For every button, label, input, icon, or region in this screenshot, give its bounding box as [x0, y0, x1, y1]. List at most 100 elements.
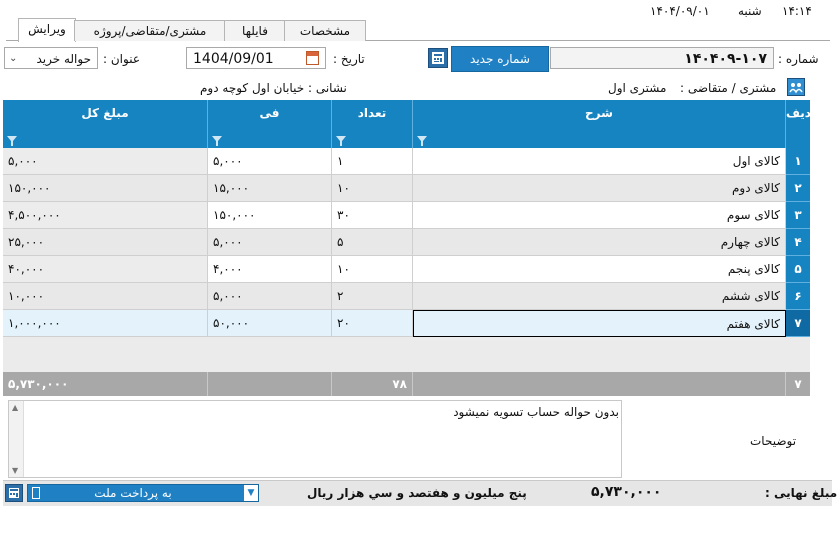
- footer-total-sum: ۵,۷۳۰,۰۰۰: [3, 372, 208, 396]
- cell-row-number[interactable]: ۲: [786, 175, 810, 202]
- cell-qty[interactable]: ۱: [332, 148, 413, 175]
- header-qty[interactable]: تعداد: [332, 100, 413, 148]
- table-row[interactable]: ۱۰,۰۰۰ ۵,۰۰۰ ۲ کالای ششم ۶: [3, 283, 810, 310]
- notes-scrollbar[interactable]: ▲ ▼: [9, 401, 24, 477]
- cell-price[interactable]: ۱۵,۰۰۰: [208, 175, 332, 202]
- title-select[interactable]: حواله خرید ⌄: [4, 47, 98, 69]
- cell-price[interactable]: ۵,۰۰۰: [208, 283, 332, 310]
- footer-qty-sum: ۷۸: [332, 372, 413, 396]
- chevron-down-icon[interactable]: ⌄: [9, 48, 17, 70]
- grid-header: مبلغ کل فی تعداد شرح ردیف: [3, 100, 818, 148]
- cell-total[interactable]: ۴۰,۰۰۰: [3, 256, 208, 283]
- final-amount-label: مبلغ نهایی :: [765, 486, 838, 500]
- torn-edge-top: [0, 0, 838, 9]
- cell-total[interactable]: ۱,۰۰۰,۰۰۰: [3, 310, 208, 337]
- address-line: نشانی : خیابان اول کوچه دوم: [200, 81, 347, 95]
- header-row[interactable]: ردیف: [786, 100, 818, 148]
- cell-description[interactable]: کالای پنجم: [413, 256, 786, 283]
- cell-row-number[interactable]: ۴: [786, 229, 810, 256]
- status-date: ۱۴۰۴/۰۹/۰۱: [650, 4, 710, 18]
- filter-icon[interactable]: [417, 136, 427, 146]
- bottom-bar: مبلغ نهایی : ۵,۷۳۰,۰۰۰ پنج میلیون و هفتص…: [3, 480, 837, 506]
- cell-total[interactable]: ۱۵۰,۰۰۰: [3, 175, 208, 202]
- date-field[interactable]: 1404/09/01: [186, 47, 326, 69]
- cell-price[interactable]: ۴,۰۰۰: [208, 256, 332, 283]
- cell-row-number[interactable]: ۱: [786, 148, 810, 175]
- table-row[interactable]: ۴,۵۰۰,۰۰۰ ۱۵۰,۰۰۰ ۳۰ کالای سوم ۳: [3, 202, 810, 229]
- calculator-icon[interactable]: [5, 484, 23, 502]
- tab-files[interactable]: فایلها: [224, 20, 286, 41]
- cell-qty[interactable]: ۵: [332, 229, 413, 256]
- cell-price[interactable]: ۱۵۰,۰۰۰: [208, 202, 332, 229]
- cell-row-number[interactable]: ۵: [786, 256, 810, 283]
- cell-price[interactable]: ۵,۰۰۰: [208, 229, 332, 256]
- payment-value: به پرداخت ملت: [94, 486, 172, 500]
- cell-qty[interactable]: ۲: [332, 283, 413, 310]
- weekday: شنبه: [738, 4, 762, 18]
- calculator-icon[interactable]: [428, 48, 448, 68]
- table-row[interactable]: ۵,۰۰۰ ۵,۰۰۰ ۱ کالای اول ۱: [3, 148, 810, 175]
- header-description[interactable]: شرح: [413, 100, 786, 148]
- customer-label: مشتری / متقاضی :: [680, 81, 777, 95]
- filter-icon[interactable]: [7, 136, 17, 146]
- tab-bar: ویرایش مشتری/متقاضی/پروژه فایلها مشخصات: [6, 18, 830, 42]
- cell-description-focused[interactable]: کالای هفتم: [413, 310, 786, 337]
- table-row[interactable]: ۴۰,۰۰۰ ۴,۰۰۰ ۱۰ کالای پنجم ۵: [3, 256, 810, 283]
- cell-row-number[interactable]: ۷: [786, 310, 810, 337]
- clock: ۱۴:۱۴: [782, 4, 812, 18]
- footer-row-count: ۷: [786, 372, 810, 396]
- chevron-down-icon[interactable]: ▼: [244, 485, 258, 501]
- cell-qty[interactable]: ۳۰: [332, 202, 413, 229]
- cell-description[interactable]: کالای دوم: [413, 175, 786, 202]
- notes-text: بدون حواله حساب تسویه نمیشود: [453, 405, 619, 419]
- title-label: عنوان :: [103, 52, 140, 66]
- cell-total[interactable]: ۵,۰۰۰: [3, 148, 208, 175]
- scroll-up-icon[interactable]: ▲: [12, 403, 18, 412]
- new-number-button[interactable]: شماره جدید: [451, 46, 549, 72]
- filter-icon[interactable]: [212, 136, 222, 146]
- number-field[interactable]: ۱۴۰۴۰۹-۱۰۷: [550, 47, 774, 69]
- cell-description[interactable]: کالای چهارم: [413, 229, 786, 256]
- cell-price[interactable]: ۵,۰۰۰: [208, 148, 332, 175]
- grid-empty-area: [3, 337, 810, 372]
- cell-total[interactable]: ۲۵,۰۰۰: [3, 229, 208, 256]
- notes-field[interactable]: بدون حواله حساب تسویه نمیشود ▲ ▼: [8, 400, 622, 478]
- table-row-selected[interactable]: ۱,۰۰۰,۰۰۰ ۵۰,۰۰۰ ۲۰ کالای هفتم ۷: [3, 310, 810, 337]
- header-total[interactable]: مبلغ کل: [3, 100, 208, 148]
- tab-customer-project[interactable]: مشتری/متقاضی/پروژه: [74, 20, 226, 41]
- bank-icon: [32, 487, 40, 499]
- final-amount-value: ۵,۷۳۰,۰۰۰: [591, 484, 662, 500]
- number-label: شماره :: [778, 52, 819, 66]
- cell-row-number[interactable]: ۳: [786, 202, 810, 229]
- customer-group-icon[interactable]: [787, 78, 805, 96]
- cell-price[interactable]: ۵۰,۰۰۰: [208, 310, 332, 337]
- amount-in-words: پنج میلیون و هفتصد و سي هزار ريال: [307, 486, 527, 500]
- address-label: نشانی :: [307, 81, 347, 95]
- footer-description: [413, 372, 786, 396]
- cell-total[interactable]: ۱۰,۰۰۰: [3, 283, 208, 310]
- table-row[interactable]: ۱۵۰,۰۰۰ ۱۵,۰۰۰ ۱۰ کالای دوم ۲: [3, 175, 810, 202]
- payment-select[interactable]: به پرداخت ملت ▼: [27, 484, 259, 502]
- torn-edge-bottom: [0, 511, 838, 535]
- header-price[interactable]: فی: [208, 100, 332, 148]
- calendar-icon[interactable]: [306, 51, 319, 65]
- table-row[interactable]: ۲۵,۰۰۰ ۵,۰۰۰ ۵ کالای چهارم ۴: [3, 229, 810, 256]
- address-value: خیابان اول کوچه دوم: [200, 81, 305, 95]
- cell-description[interactable]: کالای سوم: [413, 202, 786, 229]
- cell-qty[interactable]: ۱۰: [332, 256, 413, 283]
- tab-edit[interactable]: ویرایش: [18, 18, 76, 42]
- cell-row-number[interactable]: ۶: [786, 283, 810, 310]
- cell-qty[interactable]: ۱۰: [332, 175, 413, 202]
- cell-qty[interactable]: ۲۰: [332, 310, 413, 337]
- cell-description[interactable]: کالای اول: [413, 148, 786, 175]
- date-value: 1404/09/01: [193, 51, 274, 67]
- filter-icon[interactable]: [336, 136, 346, 146]
- notes-label: توضیحات: [750, 434, 797, 448]
- cell-total[interactable]: ۴,۵۰۰,۰۰۰: [3, 202, 208, 229]
- tab-specifications[interactable]: مشخصات: [284, 20, 366, 41]
- title-value: حواله خرید: [36, 52, 91, 66]
- grid-footer: ۵,۷۳۰,۰۰۰ ۷۸ ۷: [3, 372, 810, 396]
- customer-value[interactable]: مشتری اول: [608, 81, 666, 95]
- scroll-down-icon[interactable]: ▼: [12, 466, 18, 475]
- cell-description[interactable]: کالای ششم: [413, 283, 786, 310]
